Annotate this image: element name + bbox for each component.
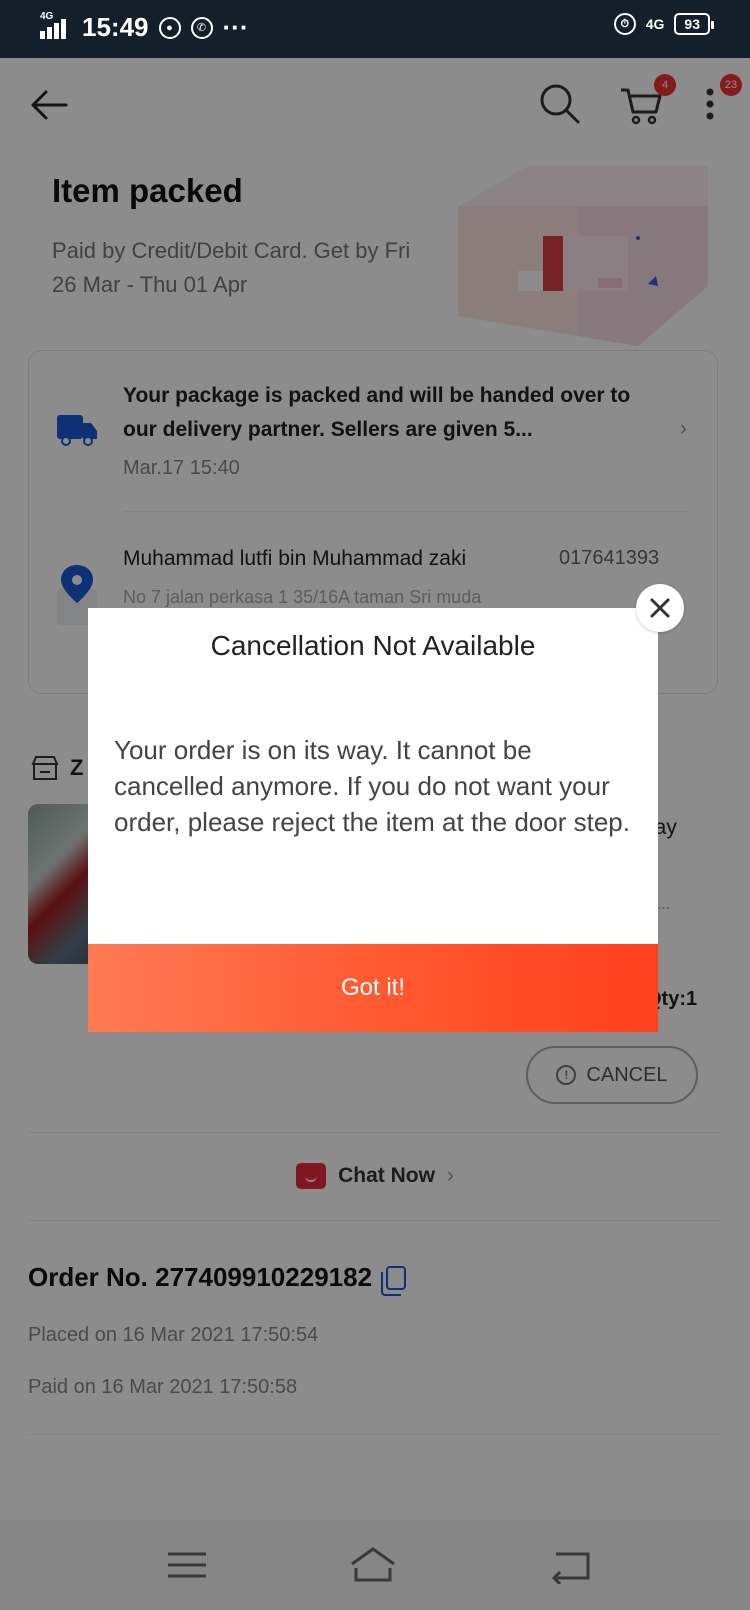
whatsapp-icon: ✆ — [190, 16, 213, 39]
signal-icon: 4G — [40, 11, 72, 41]
battery-icon: 93 — [674, 13, 714, 35]
got-it-button[interactable]: Got it! — [88, 944, 658, 1032]
close-dialog-button[interactable] — [636, 584, 684, 632]
network-type: 4G — [40, 10, 54, 22]
dialog-title: Cancellation Not Available — [210, 630, 536, 661]
chrome-icon: ● — [158, 16, 181, 39]
dialog-message: Your order is on its way. It cannot be c… — [114, 735, 630, 837]
close-icon — [650, 598, 670, 618]
battery-level: 93 — [684, 16, 700, 32]
network-type-right: 4G — [645, 16, 665, 32]
more-notifications-icon: ··· — [222, 12, 249, 42]
cancellation-dialog: Cancellation Not Available Your order is… — [88, 608, 658, 1032]
status-bar: 4G 15:49 ● ✆ ··· ⏱ 4G 93 — [0, 0, 750, 58]
clock: 15:49 — [82, 12, 149, 42]
alarm-icon: ⏱ — [613, 13, 636, 35]
